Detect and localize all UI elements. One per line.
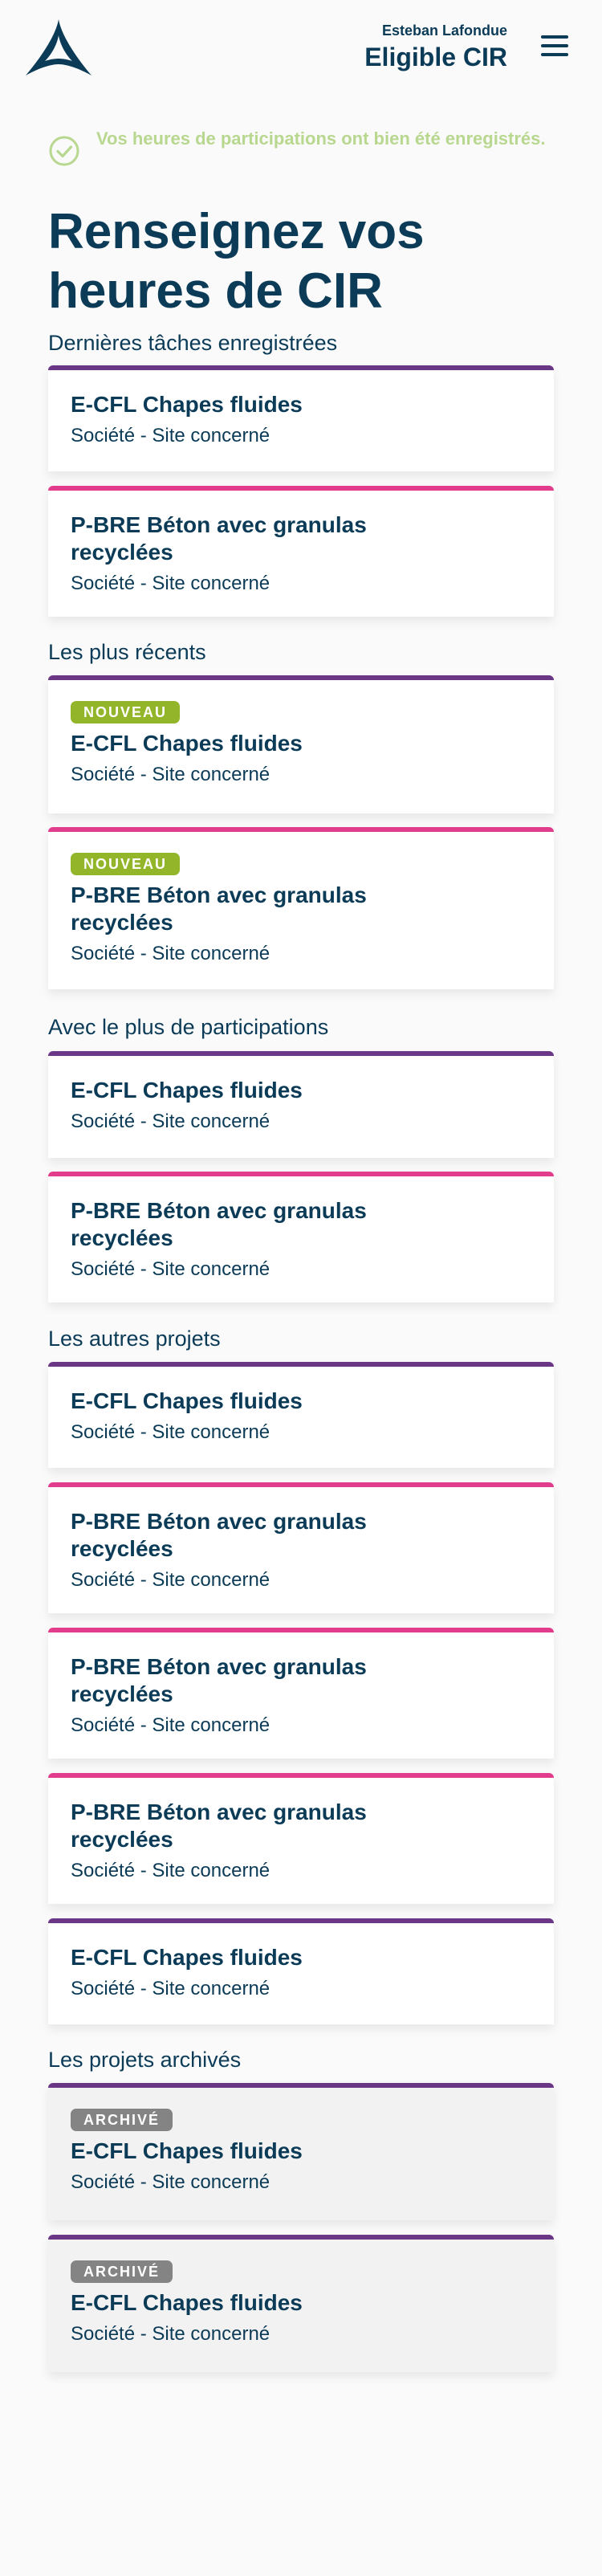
project-card[interactable]: P-BRE Béton avec granulas recyclées Soci… (48, 486, 554, 617)
project-card[interactable]: E-CFL Chapes fluides Société - Site conc… (48, 1362, 554, 1468)
card-subtitle: Société - Site concerné (71, 1569, 270, 1591)
section-title-recent-tasks: Dernières tâches enregistrées (48, 331, 338, 355)
section-title-most-recent: Les plus récents (48, 640, 206, 664)
card-subtitle: Société - Site concerné (71, 573, 270, 594)
card-subtitle: Société - Site concerné (71, 425, 270, 446)
card-title: E-CFL Chapes fluides (71, 392, 303, 417)
card-title: P-BRE Béton avec granulas recyclées (71, 1654, 367, 1706)
card-title: E-CFL Chapes fluides (71, 1078, 303, 1103)
project-card[interactable]: NOUVEAU P-BRE Béton avec granulas recycl… (48, 827, 554, 989)
card-subtitle: Société - Site concerné (71, 2323, 270, 2345)
section-title-archived-projects: Les projets archivés (48, 2048, 242, 2072)
card-title: P-BRE Béton avec granulas recyclées (71, 512, 367, 565)
user-info: Esteban Lafondue Eligible CIR (364, 22, 507, 72)
project-card[interactable]: P-BRE Béton avec granulas recyclées Soci… (48, 1482, 554, 1613)
check-circle-icon (49, 136, 79, 166)
card-subtitle: Société - Site concerné (71, 1860, 270, 1881)
card-title: E-CFL Chapes fluides (71, 731, 303, 756)
alert-message: Vos heures de participations ont bien ét… (96, 128, 546, 149)
project-card[interactable]: NOUVEAU E-CFL Chapes fluides Société - S… (48, 675, 554, 813)
archived-badge: ARCHIVÉ (71, 2260, 173, 2283)
archived-project-card[interactable]: ARCHIVÉ E-CFL Chapes fluides Société - S… (48, 2083, 554, 2220)
card-title: E-CFL Chapes fluides (71, 1945, 303, 1970)
card-subtitle: Société - Site concerné (71, 1714, 270, 1736)
archived-badge: ARCHIVÉ (71, 2109, 173, 2131)
user-name: Esteban Lafondue (381, 22, 507, 39)
card-subtitle: Société - Site concerné (71, 764, 270, 785)
card-subtitle: Société - Site concerné (71, 1258, 270, 1280)
hamburger-menu-icon[interactable] (541, 35, 568, 59)
user-eligibility: Eligible CIR (364, 43, 507, 71)
card-subtitle: Société - Site concerné (71, 1421, 270, 1443)
project-card[interactable]: P-BRE Béton avec granulas recyclées Soci… (48, 1628, 554, 1759)
project-card[interactable]: E-CFL Chapes fluides Société - Site conc… (48, 365, 554, 471)
archived-project-card[interactable]: ARCHIVÉ E-CFL Chapes fluides Société - S… (48, 2235, 554, 2372)
new-badge: NOUVEAU (71, 853, 181, 875)
project-card[interactable]: P-BRE Béton avec granulas recyclées Soci… (48, 1773, 554, 1904)
card-title: P-BRE Béton avec granulas recyclées (71, 882, 367, 935)
card-subtitle: Société - Site concerné (71, 1111, 270, 1132)
card-subtitle: Société - Site concerné (71, 2171, 270, 2193)
project-card[interactable]: E-CFL Chapes fluides Société - Site conc… (48, 1051, 554, 1158)
card-subtitle: Société - Site concerné (71, 943, 270, 964)
new-badge: NOUVEAU (71, 701, 181, 723)
section-title-other-projects: Les autres projets (48, 1327, 221, 1351)
project-card[interactable]: E-CFL Chapes fluides Société - Site conc… (48, 1918, 554, 2024)
card-title: P-BRE Béton avec granulas recyclées (71, 1198, 367, 1250)
company-logo[interactable] (26, 19, 92, 79)
card-title: E-CFL Chapes fluides (71, 2138, 303, 2163)
card-subtitle: Société - Site concerné (71, 1978, 270, 1999)
card-title: P-BRE Béton avec granulas recyclées (71, 1800, 367, 1852)
section-title-most-participations: Avec le plus de participations (48, 1015, 329, 1039)
card-title: E-CFL Chapes fluides (71, 1388, 303, 1413)
project-card[interactable]: P-BRE Béton avec granulas recyclées Soci… (48, 1172, 554, 1302)
page-title: Renseignez vos heures de CIR (48, 204, 425, 319)
card-title: E-CFL Chapes fluides (71, 2290, 303, 2315)
card-title: P-BRE Béton avec granulas recyclées (71, 1509, 367, 1561)
app-header: Esteban Lafondue Eligible CIR (0, 0, 602, 96)
